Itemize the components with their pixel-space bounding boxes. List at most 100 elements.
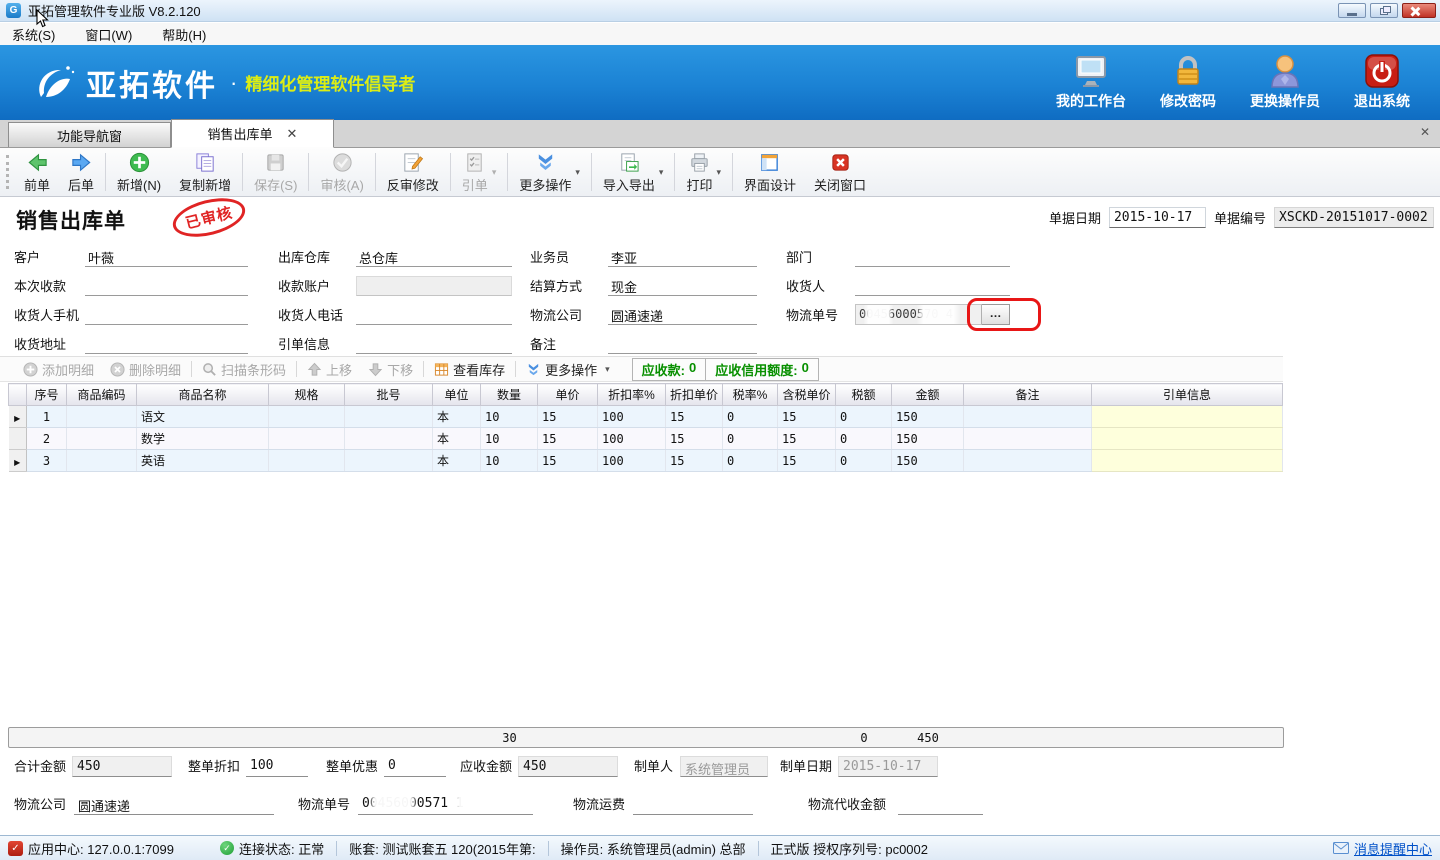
print-button[interactable]: 打印 ▾ xyxy=(677,148,730,196)
column-header[interactable]: 序号 xyxy=(27,384,67,406)
grid-cell[interactable]: 数学 xyxy=(137,428,269,450)
grid-cell[interactable] xyxy=(269,428,345,450)
grid-cell[interactable] xyxy=(67,406,137,428)
phone-field[interactable] xyxy=(356,305,512,325)
next-doc-button[interactable]: 后单 xyxy=(59,148,103,196)
grid-cell[interactable] xyxy=(1092,406,1283,428)
settle-field[interactable]: 现金 xyxy=(608,276,757,296)
logistics-company-field[interactable]: 圆通速递 xyxy=(608,305,757,325)
cod-amount-field[interactable] xyxy=(898,794,983,815)
grid-cell[interactable]: 15 xyxy=(666,406,723,428)
grid-cell[interactable] xyxy=(1092,450,1283,472)
tracking-no-input[interactable]: 00456000570 4 xyxy=(855,304,982,325)
dropdown-arrow-icon[interactable]: ▾ xyxy=(492,167,497,178)
add-new-button[interactable]: 新增(N) xyxy=(108,148,170,196)
row-selector-header[interactable] xyxy=(9,384,27,406)
column-header[interactable]: 备注 xyxy=(964,384,1092,406)
grid-cell[interactable] xyxy=(269,450,345,472)
grid-cell[interactable]: 本 xyxy=(433,406,481,428)
grid-cell[interactable]: 15 xyxy=(538,428,598,450)
grid-cell[interactable]: 英语 xyxy=(137,450,269,472)
menu-system[interactable]: 系统(S) xyxy=(12,25,55,44)
pull-doc-button[interactable]: 引单 ▾ xyxy=(453,148,506,196)
grid-cell[interactable]: 本 xyxy=(433,428,481,450)
column-header[interactable]: 商品名称 xyxy=(137,384,269,406)
grid-cell[interactable]: 15 xyxy=(778,450,836,472)
column-header[interactable]: 折扣单价 xyxy=(666,384,723,406)
audit-button[interactable]: 审核(A) xyxy=(311,148,372,196)
department-field[interactable] xyxy=(855,247,1010,267)
customer-field[interactable]: 叶薇 xyxy=(85,247,248,267)
column-header[interactable]: 数量 xyxy=(481,384,538,406)
column-header[interactable]: 引单信息 xyxy=(1092,384,1283,406)
grid-cell[interactable]: 15 xyxy=(778,406,836,428)
doc-maker-field[interactable]: 系统管理员 xyxy=(680,756,768,777)
grid-cell[interactable]: 15 xyxy=(538,450,598,472)
grid-cell[interactable]: 2 xyxy=(27,428,67,450)
menu-help[interactable]: 帮助(H) xyxy=(162,25,206,44)
switch-operator-button[interactable]: 更换操作员 xyxy=(1250,54,1320,111)
grid-cell[interactable]: 10 xyxy=(481,406,538,428)
move-up-button[interactable]: 上移 xyxy=(299,360,360,379)
change-password-button[interactable]: 修改密码 xyxy=(1160,54,1216,111)
grid-cell[interactable] xyxy=(345,428,433,450)
footer-tracking-no-field[interactable]: 00456000571 1 xyxy=(358,794,533,815)
grid-cell[interactable]: 15 xyxy=(778,428,836,450)
grid-cell[interactable] xyxy=(269,406,345,428)
grid-cell[interactable]: 15 xyxy=(666,428,723,450)
grid-cell[interactable]: 0 xyxy=(723,450,778,472)
table-row[interactable]: 1 语文 本 10 15 100 15 0 15 0 150 xyxy=(9,406,1283,428)
account-field[interactable] xyxy=(356,276,512,296)
doc-date-field[interactable]: 2015-10-17 xyxy=(1109,207,1206,228)
prev-doc-button[interactable]: 前单 xyxy=(15,148,59,196)
minimize-button[interactable] xyxy=(1338,3,1366,18)
delete-detail-button[interactable]: 删除明细 xyxy=(102,360,189,379)
tracking-lookup-button[interactable]: … xyxy=(982,304,1010,325)
more-operations-button[interactable]: 更多操作 ▾ xyxy=(510,148,589,196)
payment-field[interactable] xyxy=(85,276,248,296)
warehouse-field[interactable]: 总仓库 xyxy=(356,247,512,267)
table-row[interactable]: 3 英语 本 10 15 100 15 0 15 0 150 xyxy=(9,450,1283,472)
grid-cell[interactable]: 0 xyxy=(723,428,778,450)
restore-button[interactable] xyxy=(1370,3,1398,18)
unaudit-edit-button[interactable]: 反审修改 xyxy=(378,148,448,196)
address-field[interactable] xyxy=(85,334,248,354)
grid-cell[interactable] xyxy=(345,450,433,472)
tab-function-nav[interactable]: 功能导航窗 xyxy=(8,122,171,147)
grid-cell[interactable]: 100 xyxy=(598,450,666,472)
grid-cell[interactable] xyxy=(67,428,137,450)
dropdown-arrow-icon[interactable]: ▾ xyxy=(716,167,721,178)
view-stock-button[interactable]: 查看库存 xyxy=(426,360,513,379)
grid-cell[interactable]: 150 xyxy=(892,450,964,472)
menu-window[interactable]: 窗口(W) xyxy=(85,25,132,44)
ui-design-button[interactable]: 界面设计 xyxy=(735,148,805,196)
grid-cell[interactable]: 0 xyxy=(836,406,892,428)
make-date-field[interactable]: 2015-10-17 xyxy=(838,756,938,777)
mobile-field[interactable] xyxy=(85,305,248,325)
table-row[interactable]: 2 数学 本 10 15 100 15 0 15 0 150 xyxy=(9,428,1283,450)
import-export-button[interactable]: 导入导出 ▾ xyxy=(594,148,673,196)
grid-cell[interactable] xyxy=(964,428,1092,450)
salesman-field[interactable]: 李亚 xyxy=(608,247,757,267)
column-header[interactable]: 单价 xyxy=(538,384,598,406)
grid-cell[interactable]: 0 xyxy=(836,428,892,450)
consignee-field[interactable] xyxy=(855,276,1010,296)
tab-sales-outbound[interactable]: 销售出库单 ✕ xyxy=(171,119,334,148)
grid-cell[interactable]: 10 xyxy=(481,450,538,472)
footer-logistics-company-field[interactable]: 圆通速递 xyxy=(74,794,274,815)
add-detail-button[interactable]: 添加明细 xyxy=(15,360,102,379)
column-header[interactable]: 金额 xyxy=(892,384,964,406)
dropdown-arrow-icon[interactable]: ▾ xyxy=(575,167,580,178)
grid-cell[interactable]: 15 xyxy=(538,406,598,428)
column-header[interactable]: 税额 xyxy=(836,384,892,406)
grid-cell[interactable]: 3 xyxy=(27,450,67,472)
doc-discount-field[interactable]: 100 xyxy=(246,756,308,777)
grid-cell[interactable]: 15 xyxy=(666,450,723,472)
message-center-link[interactable]: 消息提醒中心 xyxy=(1333,839,1432,858)
dropdown-arrow-icon[interactable]: ▾ xyxy=(605,364,610,375)
column-header[interactable]: 折扣率% xyxy=(598,384,666,406)
grid-cell[interactable]: 语文 xyxy=(137,406,269,428)
move-down-button[interactable]: 下移 xyxy=(360,360,421,379)
close-window-button[interactable]: 关闭窗口 xyxy=(805,148,875,196)
receivable-amount-field[interactable]: 450 xyxy=(518,756,618,777)
